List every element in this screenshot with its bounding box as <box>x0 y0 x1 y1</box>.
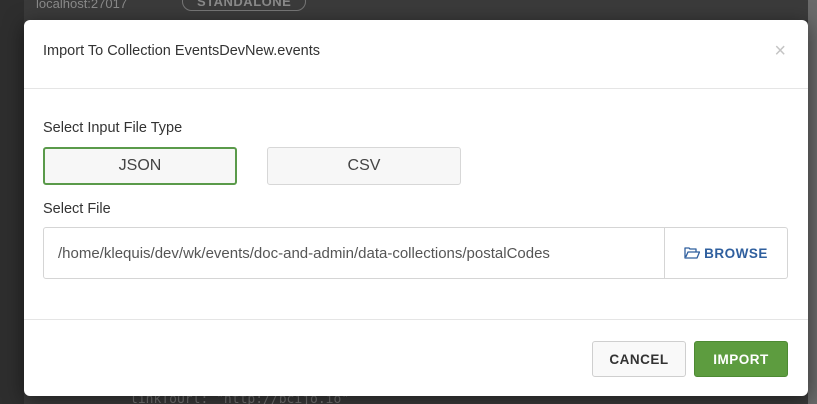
csv-type-button[interactable]: CSV <box>267 147 461 185</box>
background-sidebar <box>0 0 24 404</box>
background-right-panel <box>808 0 817 404</box>
import-dialog: Import To Collection EventsDevNew.events… <box>24 20 808 396</box>
background-standalone-badge: STANDALONE <box>182 0 307 11</box>
background-connection-bar: localhost:27017 STANDALONE <box>24 0 324 18</box>
browse-button[interactable]: BROWSE <box>664 228 787 278</box>
dialog-title: Import To Collection EventsDevNew.events <box>43 43 320 59</box>
dialog-footer: CANCEL IMPORT <box>24 319 808 396</box>
json-type-button[interactable]: JSON <box>43 147 237 185</box>
cancel-button[interactable]: CANCEL <box>592 341 686 377</box>
select-file-label: Select File <box>43 201 111 217</box>
folder-open-icon <box>684 247 701 259</box>
modal-backdrop: localhost:27017 STANDALONE linkToUrl: "h… <box>0 0 817 404</box>
import-button[interactable]: IMPORT <box>694 341 788 377</box>
file-path-input[interactable] <box>44 228 664 278</box>
dialog-header: Import To Collection EventsDevNew.events… <box>24 20 808 89</box>
browse-label: BROWSE <box>704 245 768 261</box>
close-icon[interactable]: × <box>774 41 786 61</box>
background-host-label: localhost:27017 <box>36 0 128 11</box>
file-picker: BROWSE <box>43 227 788 279</box>
file-type-label: Select Input File Type <box>43 120 183 136</box>
